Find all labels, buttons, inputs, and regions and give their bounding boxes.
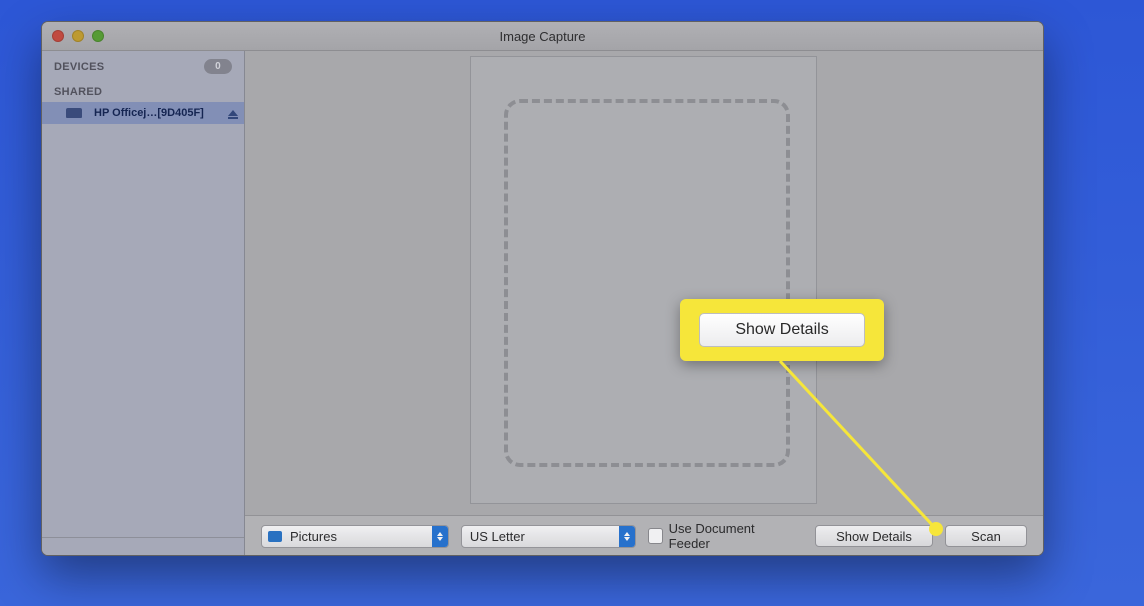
eject-icon[interactable] (228, 110, 238, 116)
stepper-icon (432, 526, 448, 547)
sidebar-item-scanner[interactable]: HP Officej…[9D405F] (42, 102, 244, 124)
sidebar-section-shared: SHARED (42, 78, 244, 102)
page-preview[interactable] (470, 56, 817, 504)
document-feeder-toggle[interactable]: Use Document Feeder (648, 521, 791, 551)
paper-size-value: US Letter (462, 529, 547, 544)
devices-count-badge: 0 (204, 59, 232, 74)
sidebar-footer (42, 537, 244, 556)
bottom-toolbar: Pictures US Letter Use Document Feeder S… (245, 515, 1043, 556)
destination-select[interactable]: Pictures (261, 525, 449, 548)
checkbox-icon (648, 528, 663, 544)
stepper-icon (619, 526, 635, 547)
paper-size-select[interactable]: US Letter (461, 525, 636, 548)
device-name-label: HP Officej…[9D405F] (94, 107, 220, 119)
window-title: Image Capture (42, 29, 1043, 44)
main-panel: Pictures US Letter Use Document Feeder S… (245, 51, 1043, 556)
sidebar-section-devices: DEVICES 0 (42, 51, 244, 78)
callout-button-preview: Show Details (699, 313, 865, 347)
sidebar-section-label: SHARED (54, 86, 102, 98)
scan-preview (245, 51, 1043, 515)
sidebar: DEVICES 0 SHARED HP Officej…[9D405F] (42, 51, 245, 556)
feeder-label: Use Document Feeder (669, 521, 791, 551)
sidebar-section-label: DEVICES (54, 61, 104, 73)
titlebar: Image Capture (42, 22, 1043, 51)
image-capture-window: Image Capture DEVICES 0 SHARED HP Office… (41, 21, 1044, 556)
destination-value: Pictures (288, 529, 359, 544)
scan-crop-area[interactable] (504, 99, 790, 467)
scan-button[interactable]: Scan (945, 525, 1027, 547)
folder-icon (268, 531, 282, 542)
callout-label: Show Details (735, 321, 828, 339)
tutorial-callout: Show Details (680, 299, 884, 361)
button-label: Show Details (836, 529, 912, 544)
scanner-icon (66, 108, 82, 118)
show-details-button[interactable]: Show Details (815, 525, 933, 547)
button-label: Scan (971, 529, 1001, 544)
